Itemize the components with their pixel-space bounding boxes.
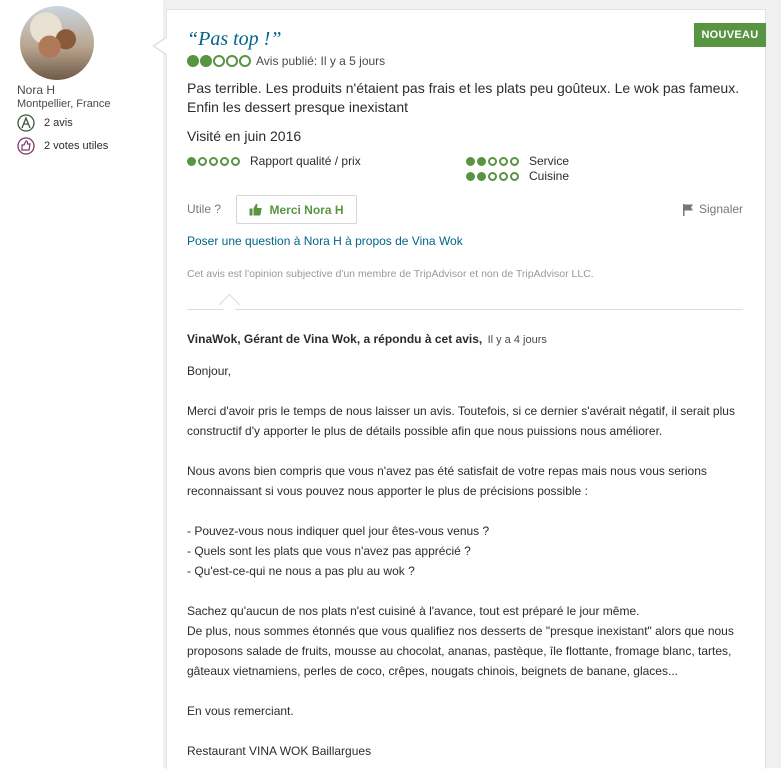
sub-rating-service: Service bbox=[466, 154, 569, 168]
report-label: Signaler bbox=[699, 202, 744, 216]
new-badge: NOUVEAU bbox=[694, 23, 766, 47]
empty-bubble bbox=[209, 156, 218, 166]
thank-button-label: Merci Nora H bbox=[269, 202, 344, 217]
empty-bubble bbox=[510, 156, 519, 166]
empty-bubble bbox=[499, 171, 508, 181]
empty-bubble bbox=[213, 55, 225, 67]
empty-bubble bbox=[499, 156, 508, 166]
sub-rating-label: Cuisine bbox=[529, 169, 570, 183]
filled-bubble bbox=[187, 55, 199, 67]
visit-date: Visité en juin 2016 bbox=[187, 128, 302, 144]
response-line: Merci d'avoir pris le temps de nous lais… bbox=[187, 404, 735, 418]
response-author: VinaWok, Gérant de Vina Wok, a répondu à… bbox=[187, 332, 483, 346]
sub-rating-label: Rapport qualité / prix bbox=[250, 154, 361, 168]
response-line: Restaurant VINA WOK Baillargues bbox=[187, 744, 372, 758]
reviews-count-badge[interactable]: 2 avis bbox=[17, 113, 73, 133]
empty-bubble bbox=[198, 156, 207, 166]
response-line: gâteaux vietnamiens, perles de coco, crê… bbox=[187, 664, 678, 678]
response-line: Bonjour, bbox=[187, 364, 232, 378]
filled-bubble bbox=[477, 156, 486, 166]
report-link[interactable]: Signaler bbox=[682, 202, 743, 216]
response-line: En vous remerciant. bbox=[187, 704, 294, 718]
value-rating-bubbles bbox=[187, 156, 242, 166]
response-line: proposons salade de fruits, mousse au ch… bbox=[187, 644, 732, 658]
avatar[interactable] bbox=[20, 6, 94, 80]
sub-rating-label: Service bbox=[529, 154, 570, 168]
sub-rating-value: Rapport qualité / prix bbox=[187, 154, 361, 168]
disclaimer: Cet avis est l'opinion subjective d'un m… bbox=[187, 268, 594, 280]
review-text: Pas terrible. Les produits n'étaient pas… bbox=[187, 80, 740, 115]
response-line: Sachez qu'aucun de nos plats n'est cuisi… bbox=[187, 604, 640, 618]
empty-bubble bbox=[220, 156, 229, 166]
empty-bubble bbox=[231, 156, 240, 166]
filled-bubble bbox=[466, 171, 475, 181]
empty-bubble bbox=[488, 156, 497, 166]
response-body: Bonjour, Merci d'avoir pris le temps de n… bbox=[187, 361, 747, 761]
reviewer-name[interactable]: Nora H bbox=[17, 83, 55, 97]
empty-bubble bbox=[488, 171, 497, 181]
review-rating-row: Avis publié: Il y a 5 jours bbox=[187, 54, 385, 68]
response-line: - Pouvez-vous nous indiquer quel jour êt… bbox=[187, 524, 490, 538]
thumbs-up-badge-icon bbox=[17, 137, 35, 155]
rating-bubbles bbox=[187, 55, 252, 67]
empty-bubble bbox=[239, 55, 251, 67]
helpful-prompt: Utile ? bbox=[187, 202, 222, 216]
thank-reviewer-button[interactable]: Merci Nora H bbox=[236, 195, 357, 224]
ask-question-link[interactable]: Poser une question à Nora H à propos de … bbox=[187, 234, 463, 248]
service-rating-bubbles bbox=[466, 156, 521, 166]
response-line: - Quels sont les plats que vous n'avez p… bbox=[187, 544, 471, 558]
published-date: Avis publié: Il y a 5 jours bbox=[256, 54, 386, 68]
helpful-votes-badge[interactable]: 2 votes utiles bbox=[17, 136, 108, 156]
empty-bubble bbox=[510, 171, 519, 181]
response-line: constructif d'y apporter le plus de déta… bbox=[187, 424, 663, 438]
response-date: Il y a 4 jours bbox=[487, 334, 547, 346]
filled-bubble bbox=[200, 55, 212, 67]
divider bbox=[187, 309, 743, 310]
flag-icon bbox=[683, 203, 693, 216]
helpful-votes: 2 votes utiles bbox=[44, 140, 109, 152]
review-title[interactable]: “Pas top !” bbox=[187, 28, 281, 51]
response-line: reconnaissant si vous pouvez nous apport… bbox=[187, 484, 588, 498]
reviewer-location: Montpellier, France bbox=[17, 98, 111, 110]
response-header: VinaWok, Gérant de Vina Wok, a répondu à… bbox=[187, 332, 547, 346]
cuisine-rating-bubbles bbox=[466, 171, 521, 181]
filled-bubble bbox=[466, 156, 475, 166]
filled-bubble bbox=[477, 171, 486, 181]
empty-bubble bbox=[226, 55, 238, 67]
response-line: Nous avons bien compris que vous n'avez … bbox=[187, 464, 707, 478]
filled-bubble bbox=[187, 156, 196, 166]
response-line: De plus, nous sommes étonnés que vous qu… bbox=[187, 624, 734, 638]
reviews-count: 2 avis bbox=[44, 117, 73, 129]
sub-rating-cuisine: Cuisine bbox=[466, 169, 569, 183]
pen-icon bbox=[17, 114, 35, 132]
thumbs-up-icon bbox=[249, 203, 263, 216]
card-pointer-inner bbox=[155, 38, 167, 54]
response-line: - Qu'est-ce-qui ne nous a pas plu au wok… bbox=[187, 564, 415, 578]
